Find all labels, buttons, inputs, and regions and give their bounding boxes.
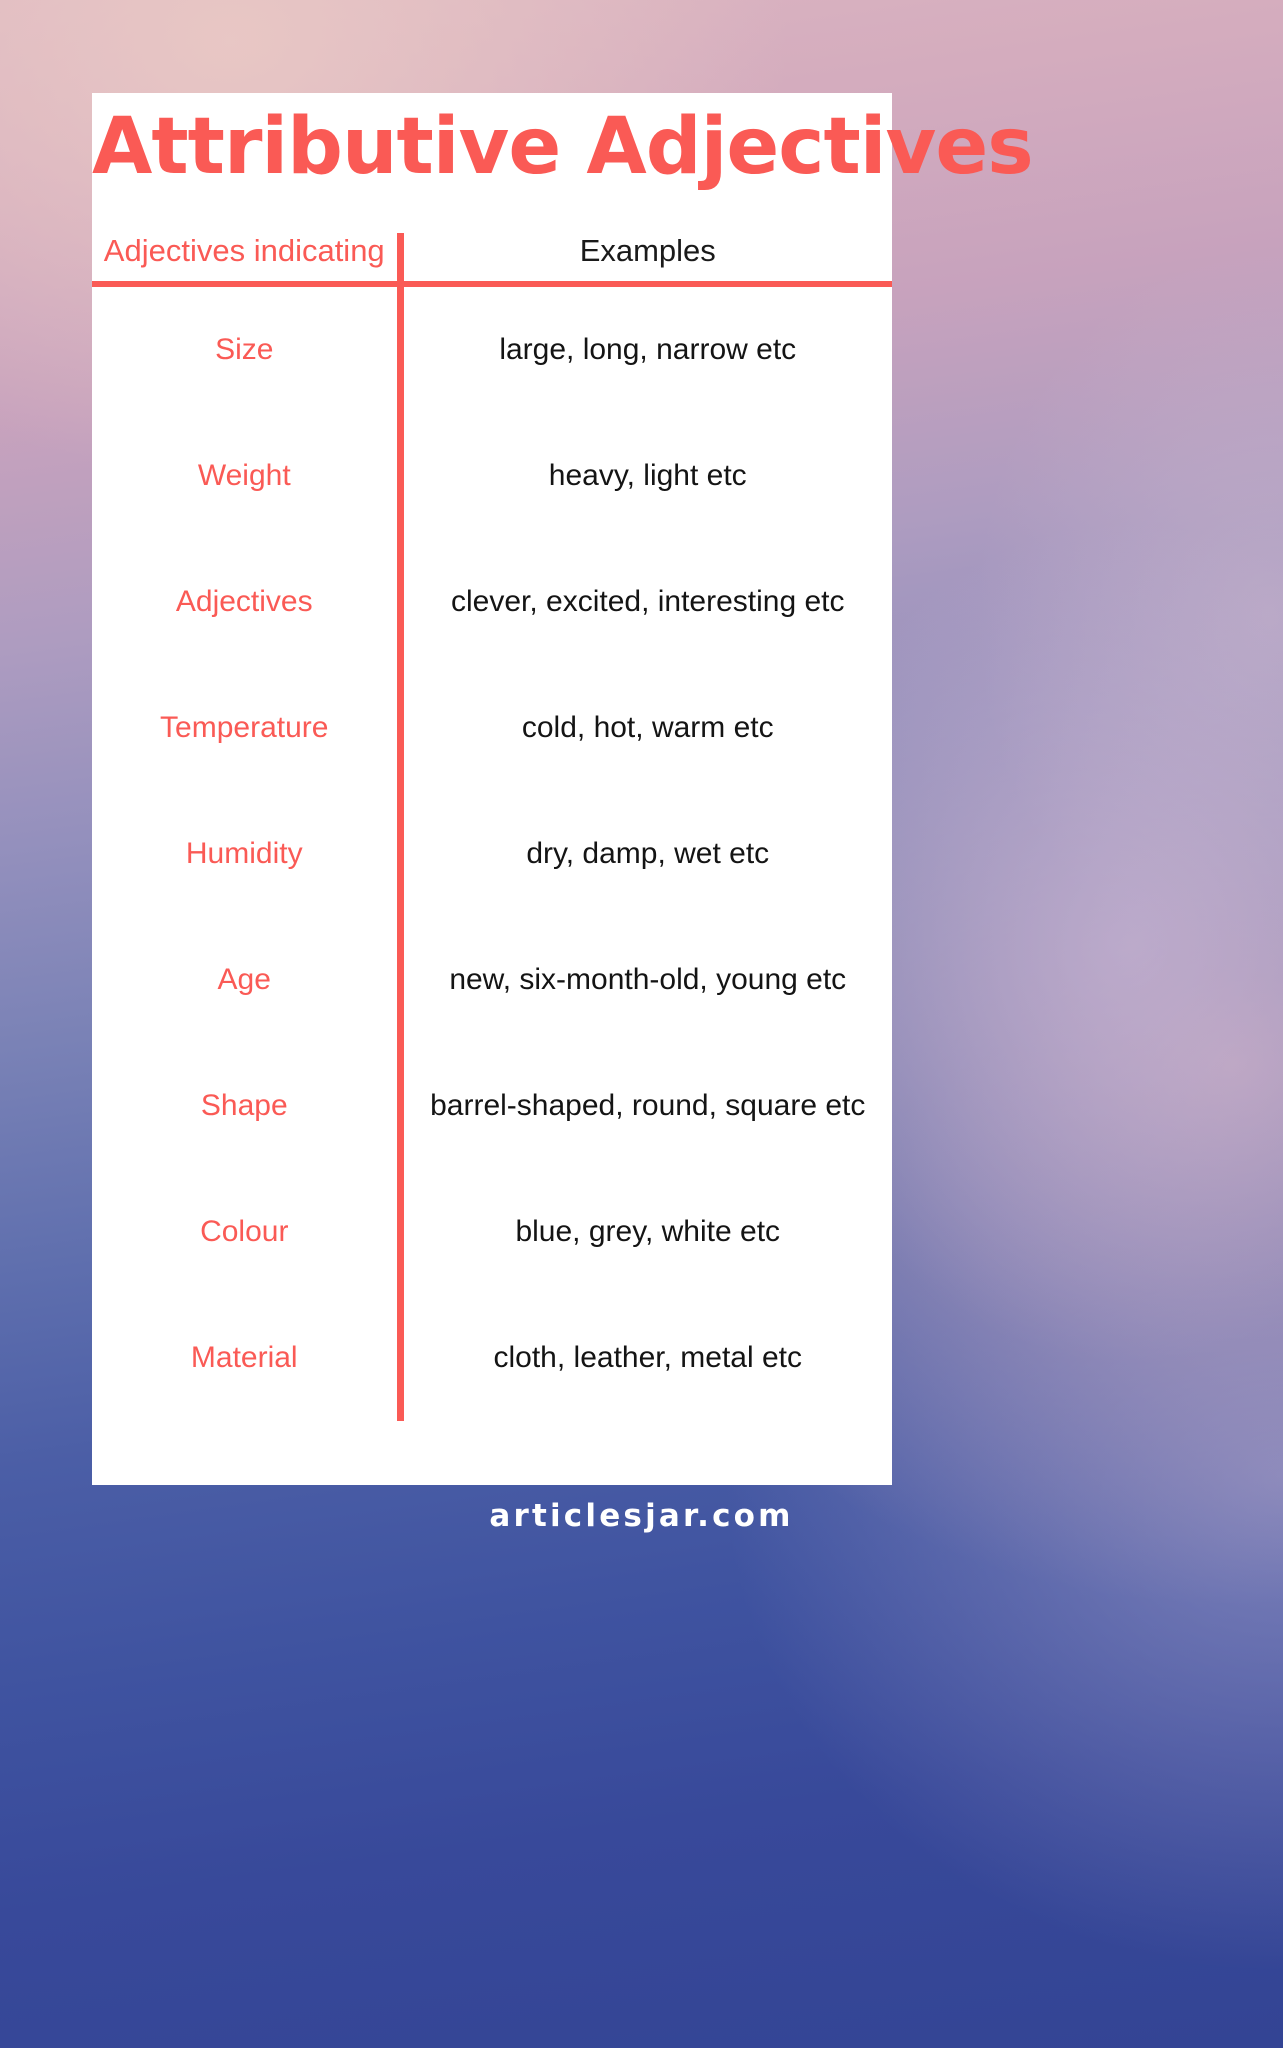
table-body: Size large, long, narrow etc Weight heavy, … [92, 284, 892, 1421]
column-header-examples: Examples [400, 233, 892, 287]
table-row: Temperature cold, hot, warm etc [92, 665, 892, 791]
adjective-examples-value: blue, grey, white etc [515, 1215, 781, 1248]
attributive-adjectives-table: Adjectives indicating Examples Size large… [92, 233, 892, 1421]
table-row: Age new, six-month-old, young etc [92, 917, 892, 1043]
adjective-category-label: Colour [92, 1169, 404, 1295]
adjective-examples-value: dry, damp, wet etc [526, 837, 770, 870]
table-header-row: Adjectives indicating Examples [92, 233, 892, 287]
table-row: Adjectives clever, excited, interesting e… [92, 539, 892, 665]
adjective-category-label: Size [92, 284, 404, 413]
page-title: Attributive Adjectives [92, 102, 1034, 192]
table-row: Humidity dry, damp, wet etc [92, 791, 892, 917]
adjective-category-label: Shape [92, 1043, 404, 1169]
table-row: Material cloth, leather, metal etc [92, 1295, 892, 1421]
table-row: Colour blue, grey, white etc [92, 1169, 892, 1295]
adjective-category-label: Temperature [92, 665, 404, 791]
adjective-examples-value: heavy, light etc [548, 459, 747, 492]
adjective-examples-value: clever, excited, interesting etc [450, 585, 845, 618]
adjective-examples-value: large, long, narrow etc [499, 333, 797, 366]
adjective-category-label: Weight [92, 413, 404, 539]
table-header: Adjectives indicating Examples [92, 233, 892, 287]
adjective-category-label: Age [92, 917, 404, 1043]
table-row: Shape barrel-shaped, round, square etc [92, 1043, 892, 1169]
column-header-adjectives-indicating: Adjectives indicating [92, 233, 404, 287]
adjective-examples-value: new, six-month-old, young etc [449, 963, 847, 996]
adjective-category-label: Humidity [92, 791, 404, 917]
table-row: Weight heavy, light etc [92, 413, 892, 539]
poster-footer: articlesjar.com [0, 1498, 1283, 1534]
adjective-examples-value: cloth, leather, metal etc [493, 1341, 803, 1374]
adjective-examples-value: cold, hot, warm etc [521, 711, 774, 744]
adjective-category-label: Adjectives [92, 539, 404, 665]
adjective-examples-value: barrel-shaped, round, square etc [430, 1089, 866, 1122]
table-row: Size large, long, narrow etc [92, 284, 892, 413]
poster-card: Attributive Adjectives Adjectives indica… [92, 93, 1034, 1485]
adjective-category-label: Material [92, 1295, 404, 1421]
site-name-label: articlesjar.com [489, 1498, 794, 1534]
